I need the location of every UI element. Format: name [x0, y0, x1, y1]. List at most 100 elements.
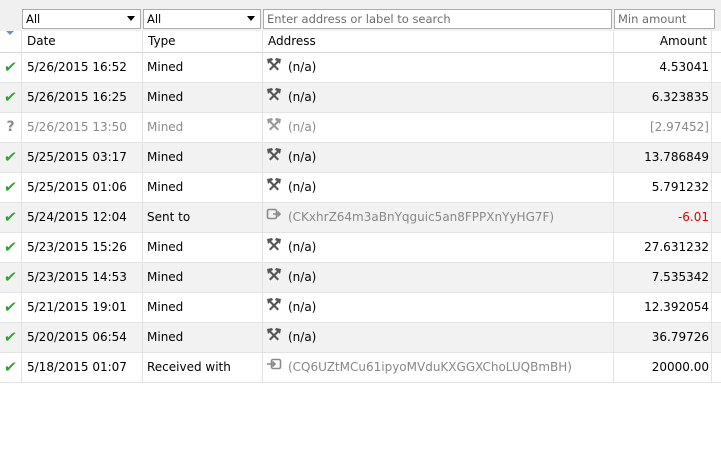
chevron-down-icon [127, 16, 135, 21]
date-cell: 5/23/2015 14:53 [22, 263, 143, 293]
address-cell: (CQ6UZtMCu61ipyoMVduKXGGXChoLUQBmBH) [263, 353, 614, 383]
table-row[interactable]: ✔ 5/26/2015 16:52 Mined (n/a) 4.53041 [0, 53, 721, 83]
date-column-header[interactable]: Date [22, 31, 143, 53]
address-cell: (n/a) [263, 83, 614, 113]
amount-cell: 4.53041 [614, 53, 712, 83]
address-cell: (n/a) [263, 173, 614, 203]
type-cell: Sent to [143, 203, 263, 233]
status-cell: ✔ [0, 323, 22, 353]
mining-icon [266, 53, 284, 82]
table-row[interactable]: ✔ 5/21/2015 19:01 Mined (n/a) 12.392054 [0, 293, 721, 323]
type-filter-combo[interactable]: All [143, 9, 261, 29]
table-row[interactable]: ✔ 5/26/2015 16:25 Mined (n/a) 6.323835 [0, 83, 721, 113]
date-cell: 5/24/2015 12:04 [22, 203, 143, 233]
status-cell: ✔ [0, 173, 22, 203]
address-cell: (n/a) [263, 233, 614, 263]
status-cell: ✔ [0, 83, 22, 113]
mining-icon [266, 293, 284, 322]
filter-bar: All All Enter address or label to search… [0, 0, 721, 31]
amount-cell: 27.631232 [614, 233, 712, 263]
amount-cell: 6.323835 [614, 83, 712, 113]
transactions-table: Date Type Address Amount ✔ 5/26/2015 16:5… [0, 31, 721, 383]
date-cell: 5/26/2015 16:25 [22, 83, 143, 113]
type-filter-value: All [147, 12, 162, 26]
checkmark-icon: ✔ [3, 178, 19, 196]
amount-column-header[interactable]: Amount [614, 31, 712, 53]
table-row[interactable]: ✔ 5/18/2015 01:07 Received with (CQ6UZtMCu6… [0, 353, 721, 383]
table-row[interactable]: ? 5/26/2015 13:50 Mined (n/a) [2.97452] [0, 113, 721, 143]
address-text: (n/a) [288, 60, 317, 74]
mining-icon [266, 233, 284, 262]
receive-icon [266, 353, 284, 382]
mining-icon [266, 83, 284, 112]
amount-cell: 12.392054 [614, 293, 712, 323]
type-cell: Mined [143, 263, 263, 293]
checkmark-icon: ✔ [3, 328, 19, 346]
date-filter-value: All [26, 12, 41, 26]
type-cell: Mined [143, 173, 263, 203]
amount-cell: 20000.00 [614, 353, 712, 383]
min-amount-input[interactable]: Min amount [614, 9, 715, 29]
address-search-input[interactable]: Enter address or label to search [263, 9, 612, 29]
address-text: (n/a) [288, 180, 317, 194]
type-cell: Mined [143, 53, 263, 83]
address-column-header[interactable]: Address [263, 31, 614, 53]
address-text: (CKxhrZ64m3aBnYqguic5an8FPPXnYyHG7F) [288, 210, 555, 224]
table-row[interactable]: ✔ 5/25/2015 03:17 Mined (n/a) 13.786849 [0, 143, 721, 173]
address-text: (n/a) [288, 240, 317, 254]
checkmark-icon: ✔ [3, 58, 19, 76]
address-text: (n/a) [288, 90, 317, 104]
type-cell: Received with [143, 353, 263, 383]
mining-icon [266, 323, 284, 352]
table-row[interactable]: ✔ 5/23/2015 14:53 Mined (n/a) 7.535342 [0, 263, 721, 293]
checkmark-icon: ✔ [3, 298, 19, 316]
status-cell: ✔ [0, 203, 22, 233]
checkmark-icon: ✔ [3, 148, 19, 166]
status-cell: ✔ [0, 293, 22, 323]
checkmark-icon: ✔ [3, 268, 19, 286]
date-cell: 5/26/2015 16:52 [22, 53, 143, 83]
date-cell: 5/23/2015 15:26 [22, 233, 143, 263]
address-text: (n/a) [288, 120, 317, 134]
address-text: (n/a) [288, 270, 317, 284]
type-column-header[interactable]: Type [143, 31, 263, 53]
address-text: (CQ6UZtMCu61ipyoMVduKXGGXChoLUQBmBH) [288, 360, 572, 374]
mining-icon [266, 263, 284, 292]
chevron-down-icon [247, 16, 255, 21]
table-row[interactable]: ✔ 5/24/2015 12:04 Sent to (CKxhrZ64m3aBnYqg… [0, 203, 721, 233]
type-cell: Mined [143, 233, 263, 263]
status-cell: ? [0, 113, 22, 143]
date-cell: 5/25/2015 01:06 [22, 173, 143, 203]
address-text: (n/a) [288, 150, 317, 164]
amount-cell: 5.791232 [614, 173, 712, 203]
sort-indicator-icon [6, 31, 14, 35]
type-cell: Mined [143, 293, 263, 323]
status-cell: ✔ [0, 233, 22, 263]
table-header: Date Type Address Amount [0, 31, 721, 53]
type-cell: Mined [143, 83, 263, 113]
address-cell: (n/a) [263, 293, 614, 323]
status-cell: ✔ [0, 143, 22, 173]
status-column-header[interactable] [0, 31, 22, 53]
status-cell: ✔ [0, 353, 22, 383]
amount-cell: [2.97452] [614, 113, 712, 143]
checkmark-icon: ✔ [3, 358, 19, 376]
table-row[interactable]: ✔ 5/23/2015 15:26 Mined (n/a) 27.631232 [0, 233, 721, 263]
send-icon [266, 203, 284, 232]
address-cell: (n/a) [263, 323, 614, 353]
table-row[interactable]: ✔ 5/20/2015 06:54 Mined (n/a) 36.79726 [0, 323, 721, 353]
table-row[interactable]: ✔ 5/25/2015 01:06 Mined (n/a) 5.791232 [0, 173, 721, 203]
question-mark-icon: ? [6, 119, 15, 135]
date-cell: 5/18/2015 01:07 [22, 353, 143, 383]
date-cell: 5/25/2015 03:17 [22, 143, 143, 173]
checkmark-icon: ✔ [3, 238, 19, 256]
date-cell: 5/26/2015 13:50 [22, 113, 143, 143]
address-cell: (CKxhrZ64m3aBnYqguic5an8FPPXnYyHG7F) [263, 203, 614, 233]
amount-cell: -6.01 [614, 203, 712, 233]
date-filter-combo[interactable]: All [22, 9, 141, 29]
address-cell: (n/a) [263, 53, 614, 83]
table-body: ✔ 5/26/2015 16:52 Mined (n/a) 4.53041 ✔ 5/26/2… [0, 53, 721, 383]
amount-cell: 13.786849 [614, 143, 712, 173]
amount-cell: 7.535342 [614, 263, 712, 293]
date-cell: 5/21/2015 19:01 [22, 293, 143, 323]
